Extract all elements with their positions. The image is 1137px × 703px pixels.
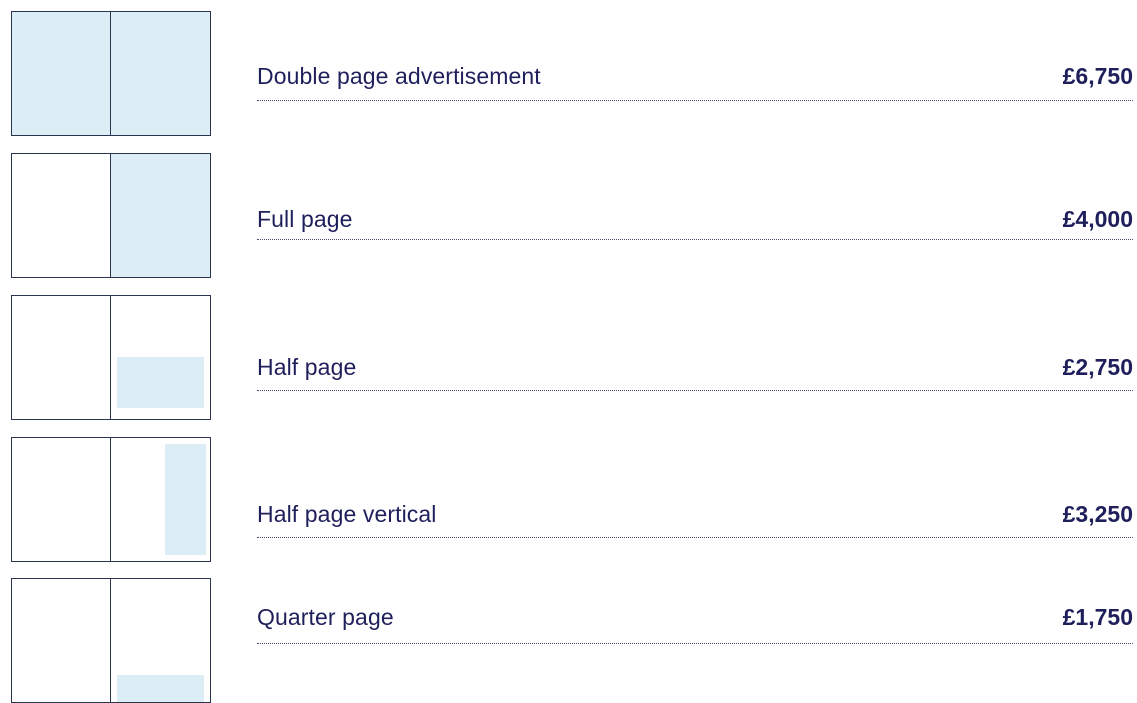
dotted-divider [257,643,1133,644]
rate-row-double-page: Double page advertisement £6,750 [0,0,1137,136]
dotted-divider [257,100,1133,101]
rate-price: £2,750 [1062,354,1133,380]
quarter-page-spread-icon [11,578,211,703]
half-page-vertical-spread-icon [11,437,211,562]
half-page-spread-icon [11,295,211,420]
dotted-divider [257,390,1133,391]
rate-price: £6,750 [1062,63,1133,89]
rate-row-half-page: Half page £2,750 [0,284,1137,420]
rate-row-full-page: Full page £4,000 [0,142,1137,278]
rate-row-half-page-vertical: Half page vertical £3,250 [0,426,1137,562]
rate-price: £3,250 [1062,501,1133,527]
rate-price: £4,000 [1062,206,1133,232]
rate-label: Half page [257,354,357,380]
rate-row-quarter-page: Quarter page £1,750 [0,568,1137,703]
dotted-divider [257,239,1133,240]
dotted-divider [257,537,1133,538]
rate-label: Half page vertical [257,501,437,527]
rate-label: Full page [257,206,353,232]
full-page-spread-icon [11,153,211,278]
rate-label: Double page advertisement [257,63,541,89]
double-page-spread-icon [11,11,211,136]
rate-price: £1,750 [1062,604,1133,630]
rate-label: Quarter page [257,604,394,630]
